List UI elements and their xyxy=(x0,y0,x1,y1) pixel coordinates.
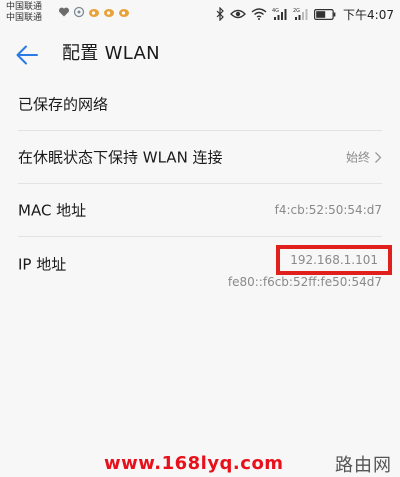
app-bar: 配置 WLAN xyxy=(0,30,400,78)
carrier-2: 中国联通 xyxy=(6,13,43,23)
ipv4-highlight-box: 192.168.1.101 xyxy=(276,245,392,275)
empty-content-area xyxy=(0,288,400,477)
mac-address-row: MAC 地址 f4:cb:52:50:54:d7 xyxy=(18,184,382,237)
carrier-labels: 中国联通 中国联通 xyxy=(6,2,42,24)
svg-text:4G: 4G xyxy=(272,8,279,14)
eye-comfort-icon xyxy=(230,9,246,19)
back-arrow-icon xyxy=(16,45,38,65)
svg-text:2G: 2G xyxy=(293,8,300,14)
saved-networks-row[interactable]: 已保存的网络 xyxy=(18,78,382,131)
ip-address-label: IP 地址 xyxy=(18,255,67,274)
battery-icon xyxy=(314,8,336,20)
keep-wlan-sleep-value: 始终 xyxy=(345,150,370,165)
status-clock: 下午4:07 xyxy=(343,7,394,22)
signal-4g-icon: 4G xyxy=(272,8,287,20)
notification-icons xyxy=(58,6,130,18)
heart-icon xyxy=(58,7,70,17)
ip-address-values: 192.168.1.101 fe80::f6cb:52ff:fe50:54d7 xyxy=(228,245,392,291)
page-title: 配置 WLAN xyxy=(62,43,160,64)
status-icons: 4G 2G 下午4:07 xyxy=(216,6,394,22)
weibo-icon xyxy=(104,9,114,17)
app-notification-icon xyxy=(73,6,85,18)
keep-wlan-sleep-label: 在休眠状态下保持 WLAN 连接 xyxy=(18,148,223,167)
watermark-url: www.168lyq.com xyxy=(104,453,284,474)
carrier-1: 中国联通 xyxy=(6,2,43,12)
saved-networks-label: 已保存的网络 xyxy=(18,95,109,114)
watermark-brand: 路由网 xyxy=(335,455,392,476)
settings-list: 已保存的网络 在休眠状态下保持 WLAN 连接 始终 MAC 地址 f4:cb:… xyxy=(0,78,400,292)
weibo-icon xyxy=(89,9,99,17)
chevron-right-icon xyxy=(375,151,382,163)
ip-address-row: IP 地址 192.168.1.101 fe80::f6cb:52ff:fe50… xyxy=(18,237,392,292)
mac-address-label: MAC 地址 xyxy=(18,201,87,220)
mac-address-value: f4:cb:52:50:54:d7 xyxy=(274,203,382,217)
signal-2g-icon: 2G xyxy=(293,8,308,20)
bluetooth-icon xyxy=(216,7,224,21)
ipv4-value: 192.168.1.101 xyxy=(290,253,378,267)
weibo-icon xyxy=(119,9,129,17)
status-bar: 中国联通 中国联通 4G 2G 下午4:07 xyxy=(0,0,400,30)
keep-wlan-sleep-row[interactable]: 在休眠状态下保持 WLAN 连接 始终 xyxy=(18,131,382,184)
back-button[interactable] xyxy=(12,40,42,70)
wifi-icon xyxy=(251,8,267,20)
keep-wlan-sleep-value-group: 始终 xyxy=(346,149,382,166)
